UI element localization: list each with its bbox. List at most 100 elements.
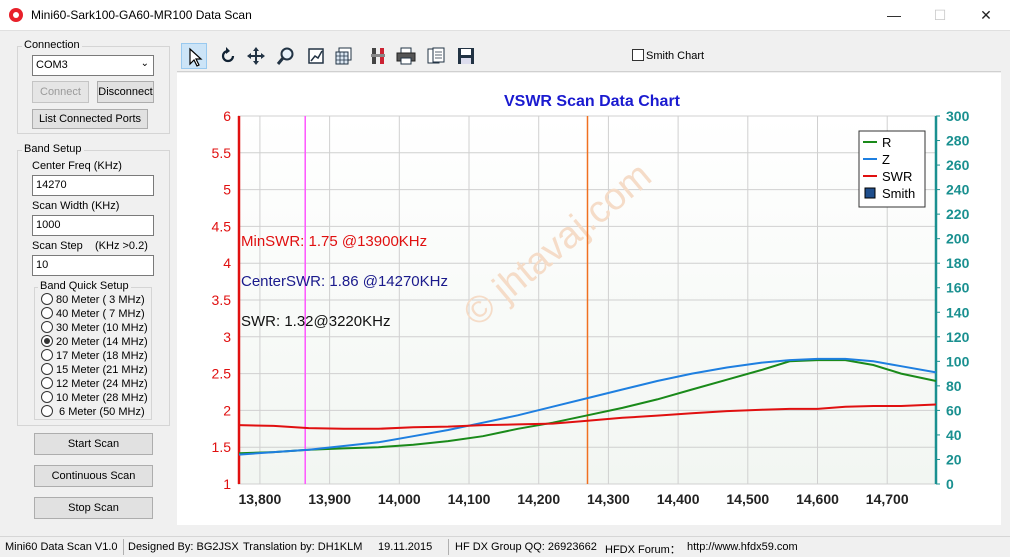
band-radio[interactable] (41, 349, 53, 361)
y-right-tick-label: 300 (946, 108, 970, 124)
status-url[interactable]: http://www.hfdx59.com (687, 541, 798, 553)
y-left-tick-label: 5 (223, 182, 231, 198)
minimize-button[interactable]: — (871, 0, 917, 31)
y-right-tick-label: 220 (946, 206, 970, 222)
smith-chart-toggle[interactable]: Smith Chart (632, 49, 704, 62)
band-option[interactable]: 17 Meter (18 MHz) (41, 349, 148, 363)
continuous-scan-button[interactable]: Continuous Scan (34, 465, 153, 487)
copy-tool[interactable] (423, 43, 449, 69)
y-left-tick-label: 6 (223, 108, 231, 124)
pointer-tool[interactable] (181, 43, 207, 69)
print-tool[interactable] (393, 43, 419, 69)
y-right-tick-label: 20 (946, 451, 962, 467)
band-label: 20 Meter (14 MHz) (56, 336, 148, 348)
x-tick-label: 14,300 (587, 491, 630, 507)
y-right-tick-label: 200 (946, 231, 970, 247)
export-image-tool[interactable] (303, 43, 329, 69)
annotation-label: MinSWR: 1.75 @13900KHz (241, 233, 427, 250)
title-bar: Mini60-Sark100-GA60-MR100 Data Scan — ☐ … (0, 0, 1010, 31)
start-scan-button[interactable]: Start Scan (34, 433, 153, 455)
x-tick-label: 14,500 (726, 491, 769, 507)
center-freq-input[interactable]: 14270 (32, 175, 154, 196)
stop-scan-button[interactable]: Stop Scan (34, 497, 153, 519)
magnifier-icon (276, 47, 294, 65)
legend-label: Smith (882, 186, 915, 201)
scan-step-input[interactable]: 10 (32, 255, 154, 276)
copy-icon (427, 47, 445, 64)
rotate-icon (221, 47, 235, 63)
band-radio[interactable] (41, 377, 53, 389)
band-option[interactable]: 10 Meter (28 MHz) (41, 391, 148, 405)
save-icon (458, 48, 474, 64)
band-radio[interactable] (41, 405, 53, 417)
status-bar: Mini60 Data Scan V1.0 Designed By: BG2JS… (0, 536, 1010, 556)
chart-title: VSWR Scan Data Chart (504, 93, 681, 110)
y-left-tick-label: 4.5 (212, 218, 232, 234)
y-right-tick-label: 140 (946, 304, 970, 320)
band-label: 6 Meter (50 MHz) (56, 406, 145, 418)
annotation-label: CenterSWR: 1.86 @14270KHz (241, 273, 448, 290)
legend-label: R (882, 135, 891, 150)
x-tick-label: 14,600 (796, 491, 839, 507)
band-radio[interactable] (41, 293, 53, 305)
data-table-tool[interactable] (331, 43, 357, 69)
y-right-tick-label: 80 (946, 378, 962, 394)
band-option[interactable]: 40 Meter ( 7 MHz) (41, 307, 145, 321)
table-icon (335, 47, 352, 65)
band-radio[interactable] (41, 335, 53, 347)
band-option[interactable]: 12 Meter (24 MHz) (41, 377, 148, 391)
band-radio[interactable] (41, 391, 53, 403)
legend-label: SWR (882, 169, 912, 184)
band-label: 17 Meter (18 MHz) (56, 350, 148, 362)
y-right-tick-label: 180 (946, 255, 970, 271)
y-right-tick-label: 260 (946, 157, 970, 173)
move-icon (247, 47, 265, 65)
band-radio[interactable] (41, 363, 53, 375)
settings-tool[interactable] (365, 43, 391, 69)
save-tool[interactable] (453, 43, 479, 69)
y-left-tick-label: 1.5 (212, 439, 232, 455)
undo-zoom-tool[interactable] (215, 43, 241, 69)
zoom-tool[interactable] (273, 43, 299, 69)
band-label: 30 Meter (10 MHz) (56, 322, 148, 334)
smith-chart-label: Smith Chart (646, 50, 705, 62)
maximize-button: ☐ (933, 7, 947, 23)
chart-panel: VSWR Scan Data Chart © jhtavaj.com 1 1.5 2 2.… (177, 73, 1001, 525)
band-radio[interactable] (41, 321, 53, 333)
port-select[interactable]: COM3 ⌄ (32, 55, 154, 76)
y-right-tick-label: 0 (946, 476, 954, 492)
close-button[interactable]: ✕ (963, 0, 1009, 31)
scan-width-input[interactable]: 1000 (32, 215, 154, 236)
y-left-tick-label: 2 (223, 402, 231, 418)
smith-chart-checkbox[interactable] (632, 49, 644, 61)
y-left-tick-label: 2.5 (212, 366, 232, 382)
y-right-tick-label: 240 (946, 182, 970, 198)
pan-tool[interactable] (243, 43, 269, 69)
disconnect-button[interactable]: Disconnect (97, 81, 154, 103)
status-group: HF DX Group QQ: 26923662 (455, 541, 597, 553)
band-option[interactable]: 20 Meter (14 MHz) (41, 335, 148, 349)
band-label: 10 Meter (28 MHz) (56, 392, 148, 404)
x-tick-label: 13,800 (238, 491, 281, 507)
port-select-value: COM3 (36, 59, 68, 71)
x-tick-label: 13,900 (308, 491, 351, 507)
band-radio[interactable] (41, 307, 53, 319)
list-ports-button[interactable]: List Connected Ports (32, 109, 148, 129)
vswr-chart[interactable]: VSWR Scan Data Chart© jhtavaj.com11.522.… (177, 73, 1001, 525)
scan-width-label: Scan Width (KHz) (32, 200, 120, 212)
status-separator (123, 539, 124, 555)
band-quick-setup-title: Band Quick Setup (38, 280, 131, 292)
y-right-tick-label: 60 (946, 402, 962, 418)
band-label: 80 Meter ( 3 MHz) (56, 294, 145, 306)
y-right-tick-label: 40 (946, 427, 962, 443)
x-tick-label: 14,000 (378, 491, 421, 507)
cursor-icon (189, 47, 203, 67)
band-label: 15 Meter (21 MHz) (56, 364, 148, 376)
band-option[interactable]: 15 Meter (21 MHz) (41, 363, 148, 377)
y-right-tick-label: 160 (946, 280, 970, 296)
y-left-tick-label: 3.5 (212, 292, 232, 308)
band-option[interactable]: 6 Meter (50 MHz) (41, 405, 145, 419)
band-option[interactable]: 30 Meter (10 MHz) (41, 321, 148, 335)
x-tick-label: 14,700 (866, 491, 909, 507)
band-option[interactable]: 80 Meter ( 3 MHz) (41, 293, 145, 307)
